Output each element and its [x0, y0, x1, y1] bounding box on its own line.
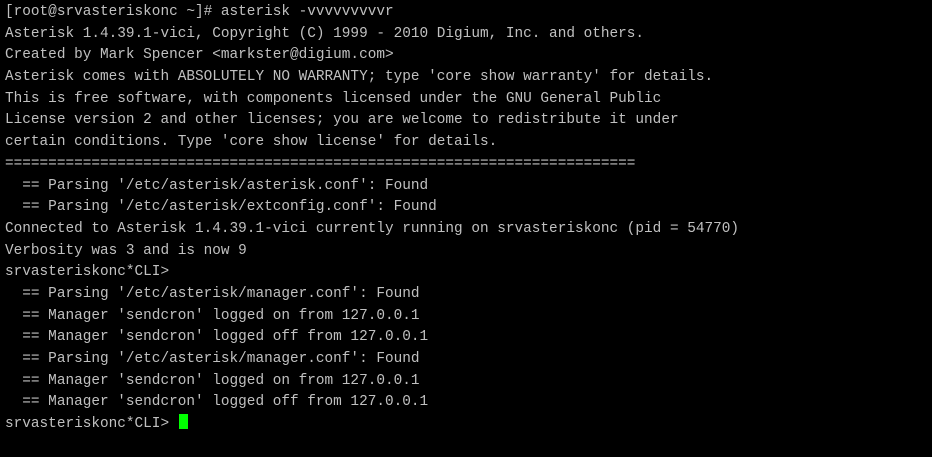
terminal-line: == Parsing '/etc/asterisk/manager.conf':…	[5, 351, 420, 367]
terminal-window[interactable]: [root@srvasteriskonc ~]# asterisk -vvvvv…	[0, 0, 932, 457]
terminal-line: certain conditions. Type 'core show lice…	[5, 134, 498, 151]
text-cursor	[178, 414, 188, 430]
terminal-line: == Parsing '/etc/asterisk/asterisk.conf'…	[5, 177, 429, 194]
cli-prompt-line[interactable]: srvasteriskonc*CLI>	[5, 414, 739, 436]
terminal-line: == Manager 'sendcron' logged on from 127…	[5, 307, 420, 324]
terminal-line: Asterisk 1.4.39.1-vici, Copyright (C) 19…	[5, 25, 645, 42]
terminal-line: [root@srvasteriskonc ~]# asterisk -vvvvv…	[5, 4, 394, 20]
terminal-line: This is free software, with components l…	[5, 90, 662, 107]
terminal-line: Connected to Asterisk 1.4.39.1-vici curr…	[5, 220, 740, 237]
terminal-line: Verbosity was 3 and is now 9	[5, 242, 247, 259]
terminal-line: License version 2 and other licenses; yo…	[5, 112, 679, 129]
terminal-line: ========================================…	[5, 155, 636, 172]
cli-prompt: srvasteriskonc*CLI>	[5, 416, 178, 433]
terminal-line: == Manager 'sendcron' logged off from 12…	[5, 394, 429, 411]
terminal-line: == Parsing '/etc/asterisk/extconfig.conf…	[5, 199, 437, 216]
terminal-line: == Manager 'sendcron' logged off from 12…	[5, 329, 429, 346]
terminal-line: == Parsing '/etc/asterisk/manager.conf':…	[5, 285, 420, 302]
terminal-output: [root@srvasteriskonc ~]# asterisk -vvvvv…	[5, 2, 739, 436]
terminal-line: Created by Mark Spencer <markster@digium…	[5, 47, 394, 64]
terminal-line: == Manager 'sendcron' logged on from 127…	[5, 372, 420, 389]
terminal-line: Asterisk comes with ABSOLUTELY NO WARRAN…	[5, 69, 714, 86]
terminal-line: srvasteriskonc*CLI>	[5, 264, 170, 281]
